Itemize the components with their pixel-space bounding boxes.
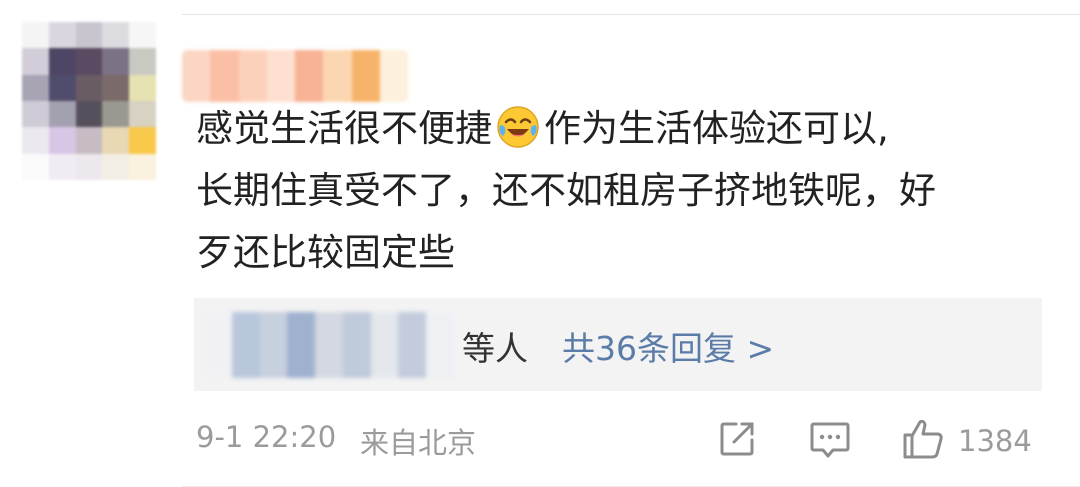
comment-button[interactable] (808, 418, 852, 464)
reply-preview[interactable]: 等人 共36条回复 > (194, 298, 1042, 391)
comment-line1-start: 感觉生活很不便捷 (196, 107, 492, 150)
comment-text: 感觉生活很不便捷 作为生活体验还可以, 长期住真受不了，还不如租房子挤地铁呢，好… (196, 98, 1056, 284)
reply-suffix: 等人 (462, 329, 528, 368)
username-blurred[interactable] (182, 50, 408, 102)
reply-usernames-blurred (204, 312, 455, 378)
comment-timestamp: 9-1 22:20 (196, 420, 337, 454)
comment-location: 来自北京 (360, 426, 477, 460)
share-icon (716, 418, 758, 464)
like-count: 1384 (958, 424, 1032, 458)
comment-icon (808, 417, 852, 465)
like-button[interactable]: 1384 (900, 418, 1032, 464)
thumbs-up-icon (900, 417, 946, 465)
view-replies-link[interactable]: 共36条回复 > (562, 322, 774, 370)
comment-line2: 长期住真受不了，还不如租房子挤地铁呢，好 (196, 169, 936, 212)
top-divider (182, 14, 1080, 15)
comment-line1-end: 作为生活体验还可以, (544, 107, 889, 150)
laughing-crying-face-icon (496, 105, 540, 149)
share-button[interactable] (716, 418, 758, 464)
avatar[interactable] (22, 22, 156, 180)
comment-line3: 歹还比较固定些 (196, 231, 455, 274)
